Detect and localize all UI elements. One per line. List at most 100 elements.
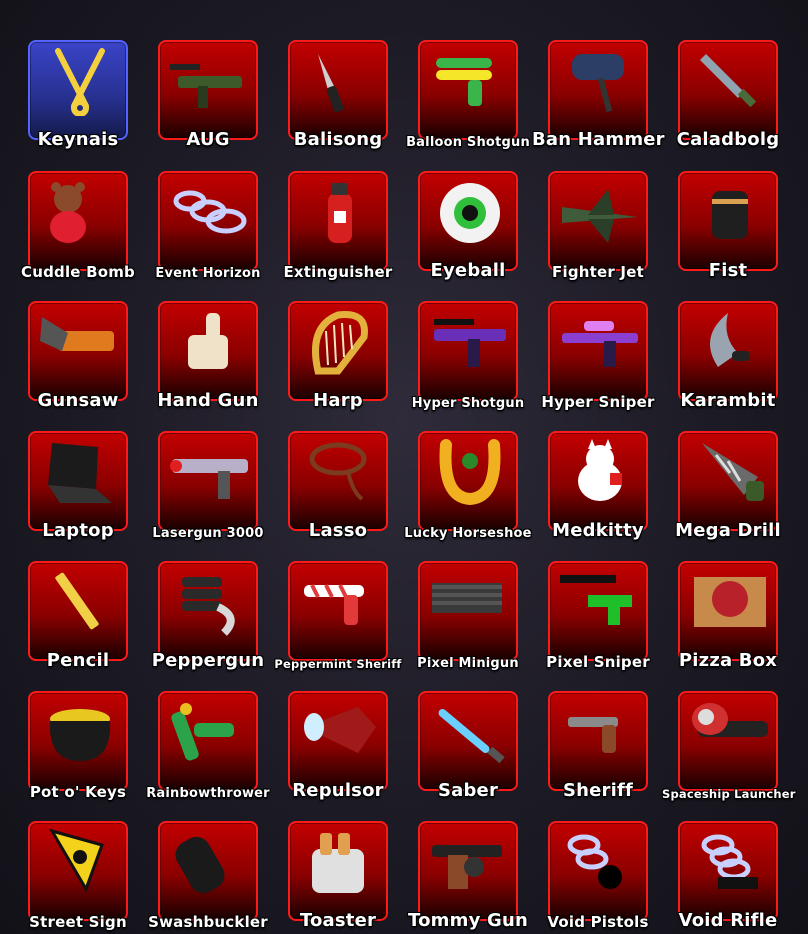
eyeball-icon bbox=[428, 177, 512, 247]
item-slot-void-pistols[interactable]: Void Pistols bbox=[547, 821, 648, 931]
item-label: Fighter Jet bbox=[552, 263, 644, 281]
item-slot-ban-hammer[interactable]: Ban Hammer bbox=[532, 40, 665, 150]
chainsaw-icon bbox=[38, 307, 122, 377]
item-slot-fighter-jet[interactable]: Fighter Jet bbox=[548, 171, 648, 281]
item-slot-spaceship-launcher[interactable]: Spaceship Launcher bbox=[662, 691, 795, 801]
inventory-grid: Keynais AUG Balisong Balloon Shotgun Ban Ham… bbox=[0, 0, 808, 934]
item-slot-medkitty[interactable]: Medkitty bbox=[548, 431, 648, 541]
item-label: Caladbolg bbox=[676, 129, 780, 150]
item-slot-lasergun-3000[interactable]: Lasergun 3000 bbox=[152, 431, 263, 541]
pizza-icon bbox=[688, 567, 772, 637]
item-label: Gunsaw bbox=[37, 390, 119, 411]
item-slot-laptop[interactable]: Laptop bbox=[28, 431, 128, 541]
item-slot-repulsor[interactable]: Repulsor bbox=[288, 691, 388, 801]
item-label: Sheriff bbox=[562, 780, 634, 801]
balloon-gun-icon bbox=[428, 46, 512, 116]
pepper-gun-icon bbox=[168, 567, 252, 637]
item-label: Harp bbox=[313, 390, 363, 411]
item-label: Pixel Sniper bbox=[546, 653, 650, 671]
warning-sign-icon bbox=[38, 827, 122, 897]
laser-gun-icon bbox=[168, 437, 252, 507]
item-slot-void-rifle[interactable]: Void Rifle bbox=[678, 821, 778, 931]
item-slot-peppermint-sheriff[interactable]: Peppermint Sheriff bbox=[274, 561, 401, 671]
item-slot-extinguisher[interactable]: Extinguisher bbox=[283, 171, 392, 281]
void-rifle-icon bbox=[688, 827, 772, 897]
item-label: Saber bbox=[437, 780, 499, 801]
item-slot-harp[interactable]: Harp bbox=[288, 301, 388, 411]
item-slot-balloon-shotgun[interactable]: Balloon Shotgun bbox=[406, 40, 530, 150]
item-label: Void Rifle bbox=[678, 910, 778, 931]
toaster-icon bbox=[298, 827, 382, 897]
item-slot-hyper-shotgun[interactable]: Hyper Shotgun bbox=[412, 301, 524, 411]
item-slot-swashbuckler[interactable]: Swashbuckler bbox=[148, 821, 268, 931]
rocket-launcher-icon bbox=[688, 697, 772, 767]
laptop-icon bbox=[38, 437, 122, 507]
item-slot-tommy-gun[interactable]: Tommy Gun bbox=[408, 821, 528, 931]
item-slot-rainbowthrower[interactable]: Rainbowthrower bbox=[146, 691, 270, 801]
item-slot-mega-drill[interactable]: Mega Drill bbox=[675, 431, 781, 541]
item-label: Lasergun 3000 bbox=[152, 526, 264, 541]
item-slot-pencil[interactable]: Pencil bbox=[28, 561, 128, 671]
item-label: Medkitty bbox=[552, 520, 644, 541]
lightsaber-icon bbox=[428, 697, 512, 767]
crossed-keys-icon bbox=[38, 46, 122, 116]
item-label: Mega Drill bbox=[675, 520, 781, 541]
lasso-icon bbox=[298, 437, 382, 507]
item-slot-keynais[interactable]: Keynais bbox=[28, 40, 128, 150]
item-slot-saber[interactable]: Saber bbox=[418, 691, 518, 801]
item-slot-fist[interactable]: Fist bbox=[678, 171, 778, 281]
item-slot-eyeball[interactable]: Eyeball bbox=[418, 171, 518, 281]
item-slot-street-sign[interactable]: Street Sign bbox=[28, 821, 128, 931]
item-slot-hyper-sniper[interactable]: Hyper Sniper bbox=[541, 301, 654, 411]
item-slot-lasso[interactable]: Lasso bbox=[288, 431, 388, 541]
item-label: Lucky Horseshoe bbox=[404, 526, 532, 541]
sword-icon bbox=[688, 46, 772, 116]
item-label: Balisong bbox=[293, 129, 383, 150]
item-label: Eyeball bbox=[430, 260, 506, 281]
item-slot-caladbolg[interactable]: Caladbolg bbox=[677, 40, 779, 150]
horseshoe-icon bbox=[428, 437, 512, 507]
repulsor-icon bbox=[298, 697, 382, 767]
knife-icon bbox=[298, 46, 382, 116]
item-label: Repulsor bbox=[292, 780, 384, 801]
item-label: Hyper Sniper bbox=[541, 393, 655, 411]
item-slot-pixel-minigun[interactable]: Pixel Minigun bbox=[417, 561, 519, 671]
item-label: Laptop bbox=[42, 520, 114, 541]
item-label: Pot o' Keys bbox=[29, 783, 127, 801]
item-slot-aug[interactable]: AUG bbox=[158, 40, 258, 150]
item-slot-pot-o-keys[interactable]: Pot o' Keys bbox=[28, 691, 128, 801]
item-slot-toaster[interactable]: Toaster bbox=[288, 821, 388, 931]
teddy-bear-icon bbox=[38, 177, 122, 247]
flamethrower-icon bbox=[168, 697, 252, 767]
item-label: Event Horizon bbox=[155, 266, 261, 281]
void-pistol-icon bbox=[558, 827, 642, 897]
item-slot-cuddle-bomb[interactable]: Cuddle Bomb bbox=[21, 171, 135, 281]
rifle-icon bbox=[168, 46, 252, 116]
item-slot-hand-gun[interactable]: Hand Gun bbox=[157, 301, 258, 411]
item-slot-peppergun[interactable]: Peppergun bbox=[152, 561, 264, 671]
jet-icon bbox=[558, 177, 642, 247]
item-label: Street Sign bbox=[29, 913, 127, 931]
pixel-sniper-icon bbox=[558, 567, 642, 637]
item-slot-pizza-box[interactable]: Pizza Box bbox=[678, 561, 778, 671]
item-label: Toaster bbox=[299, 910, 377, 931]
item-label: Lasso bbox=[308, 520, 368, 541]
item-label: Tommy Gun bbox=[408, 910, 528, 931]
item-slot-karambit[interactable]: Karambit bbox=[678, 301, 778, 411]
item-slot-balisong[interactable]: Balisong bbox=[288, 40, 388, 150]
item-slot-lucky-horseshoe[interactable]: Lucky Horseshoe bbox=[404, 431, 532, 541]
item-label: Spaceship Launcher bbox=[662, 787, 796, 801]
item-label: Fist bbox=[708, 260, 748, 281]
drill-icon bbox=[688, 437, 772, 507]
item-label: Hyper Shotgun bbox=[411, 396, 525, 411]
item-slot-event-horizon[interactable]: Event Horizon bbox=[155, 171, 260, 281]
cat-icon bbox=[558, 437, 642, 507]
thumbs-up-icon bbox=[168, 307, 252, 377]
item-slot-gunsaw[interactable]: Gunsaw bbox=[28, 301, 128, 411]
pencil-icon bbox=[38, 567, 122, 637]
purple-sniper-icon bbox=[558, 307, 642, 377]
tommy-gun-icon bbox=[428, 827, 512, 897]
cannon-icon bbox=[168, 827, 252, 897]
item-slot-pixel-sniper[interactable]: Pixel Sniper bbox=[546, 561, 650, 671]
item-slot-sheriff[interactable]: Sheriff bbox=[548, 691, 648, 801]
